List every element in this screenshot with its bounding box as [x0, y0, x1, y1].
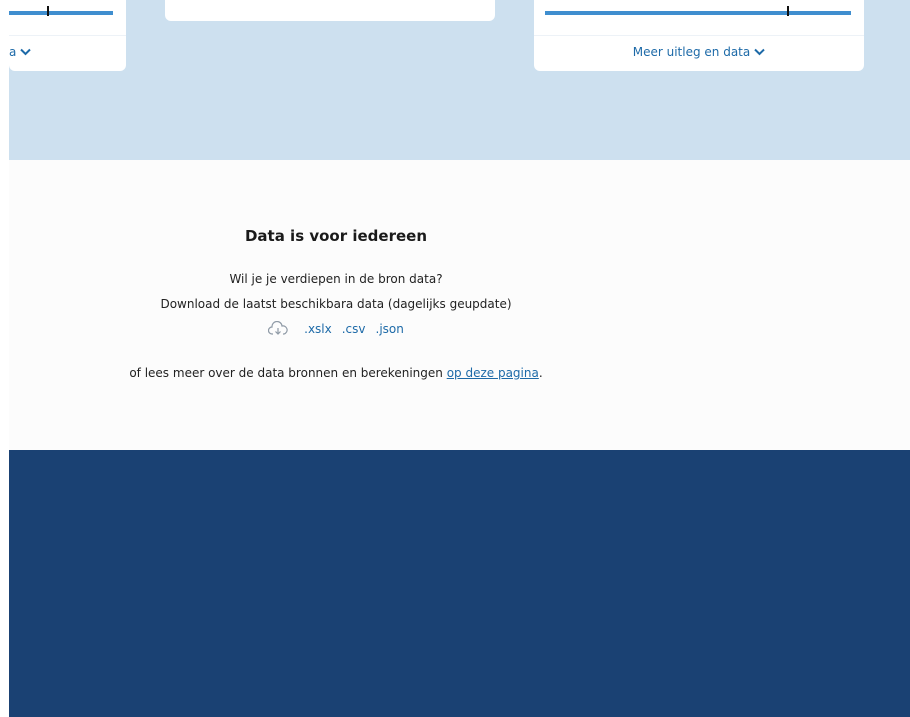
sources-note-end: . — [538, 366, 543, 380]
download-links: .xslx .csv .json — [9, 321, 663, 337]
chevron-down-icon — [754, 48, 765, 56]
section-title: Data is voor iedereen — [244, 227, 428, 245]
download-description: Download de laatst beschikbara data (dag… — [160, 297, 512, 311]
more-info-toggle[interactable]: a — [9, 45, 32, 59]
stat-card-middle — [165, 0, 495, 21]
download-json-link[interactable]: .json — [376, 322, 404, 336]
cloud-download-icon — [268, 321, 288, 335]
progress-bar — [545, 6, 851, 16]
sources-note: of lees meer over de data bronnen en ber… — [9, 366, 663, 380]
more-info-toggle[interactable]: Meer uitleg en data — [534, 45, 864, 59]
more-info-label: Meer uitleg en data — [632, 45, 751, 59]
data-download-section: Data is voor iedereen Wil je je verdiepe… — [9, 160, 910, 450]
sources-page-link[interactable]: op deze pagina — [447, 366, 539, 380]
progress-marker — [786, 6, 789, 16]
progress-marker — [47, 6, 50, 16]
stat-card-right: Meer uitleg en data — [534, 0, 864, 71]
card-divider — [534, 35, 864, 36]
stat-card-left: a — [9, 0, 126, 71]
download-csv-link[interactable]: .csv — [342, 322, 366, 336]
sources-note-text: of lees meer over de data bronnen en ber… — [129, 366, 447, 380]
more-info-label: a — [9, 45, 17, 59]
site-footer — [9, 450, 910, 717]
download-xlsx-link[interactable]: .xslx — [304, 322, 332, 336]
card-divider — [9, 35, 126, 36]
progress-bar — [9, 6, 113, 16]
chevron-down-icon — [20, 48, 32, 56]
intro-question: Wil je je verdiepen in de bron data? — [229, 272, 443, 286]
